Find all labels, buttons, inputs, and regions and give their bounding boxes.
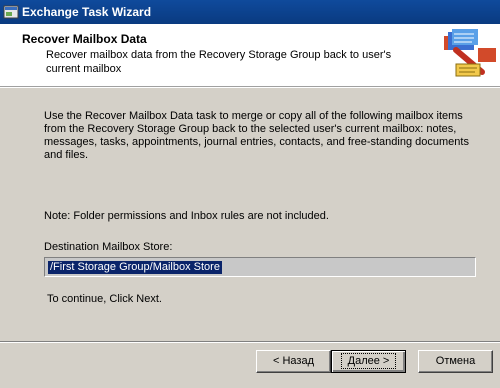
continue-instruction: To continue, Click Next.: [47, 293, 162, 305]
page-title: Recover Mailbox Data: [22, 32, 147, 46]
wizard-graphic-icon: [444, 29, 496, 77]
note-text: Note: Folder permissions and Inbox rules…: [44, 210, 329, 222]
header-divider: [0, 87, 500, 88]
exchange-task-wizard-window: Exchange Task Wizard Recover Mailbox Dat…: [0, 0, 500, 388]
destination-mailbox-store-field[interactable]: /First Storage Group/Mailbox Store: [44, 257, 476, 277]
title-bar[interactable]: Exchange Task Wizard: [0, 0, 500, 24]
instructions-text: Use the Recover Mailbox Data task to mer…: [44, 110, 469, 161]
window-title: Exchange Task Wizard: [22, 5, 152, 19]
next-button-label: Далее >: [340, 353, 397, 369]
back-button[interactable]: < Назад: [256, 350, 331, 373]
footer-divider: [0, 341, 500, 343]
wizard-header: Recover Mailbox Data Recover mailbox dat…: [0, 24, 500, 87]
destination-label: Destination Mailbox Store:: [44, 241, 173, 253]
cancel-button[interactable]: Отмена: [418, 350, 493, 373]
next-button[interactable]: Далее >: [331, 350, 406, 373]
wizard-app-icon: [3, 5, 19, 19]
destination-value: /First Storage Group/Mailbox Store: [48, 261, 222, 274]
page-description: Recover mailbox data from the Recovery S…: [46, 49, 392, 75]
